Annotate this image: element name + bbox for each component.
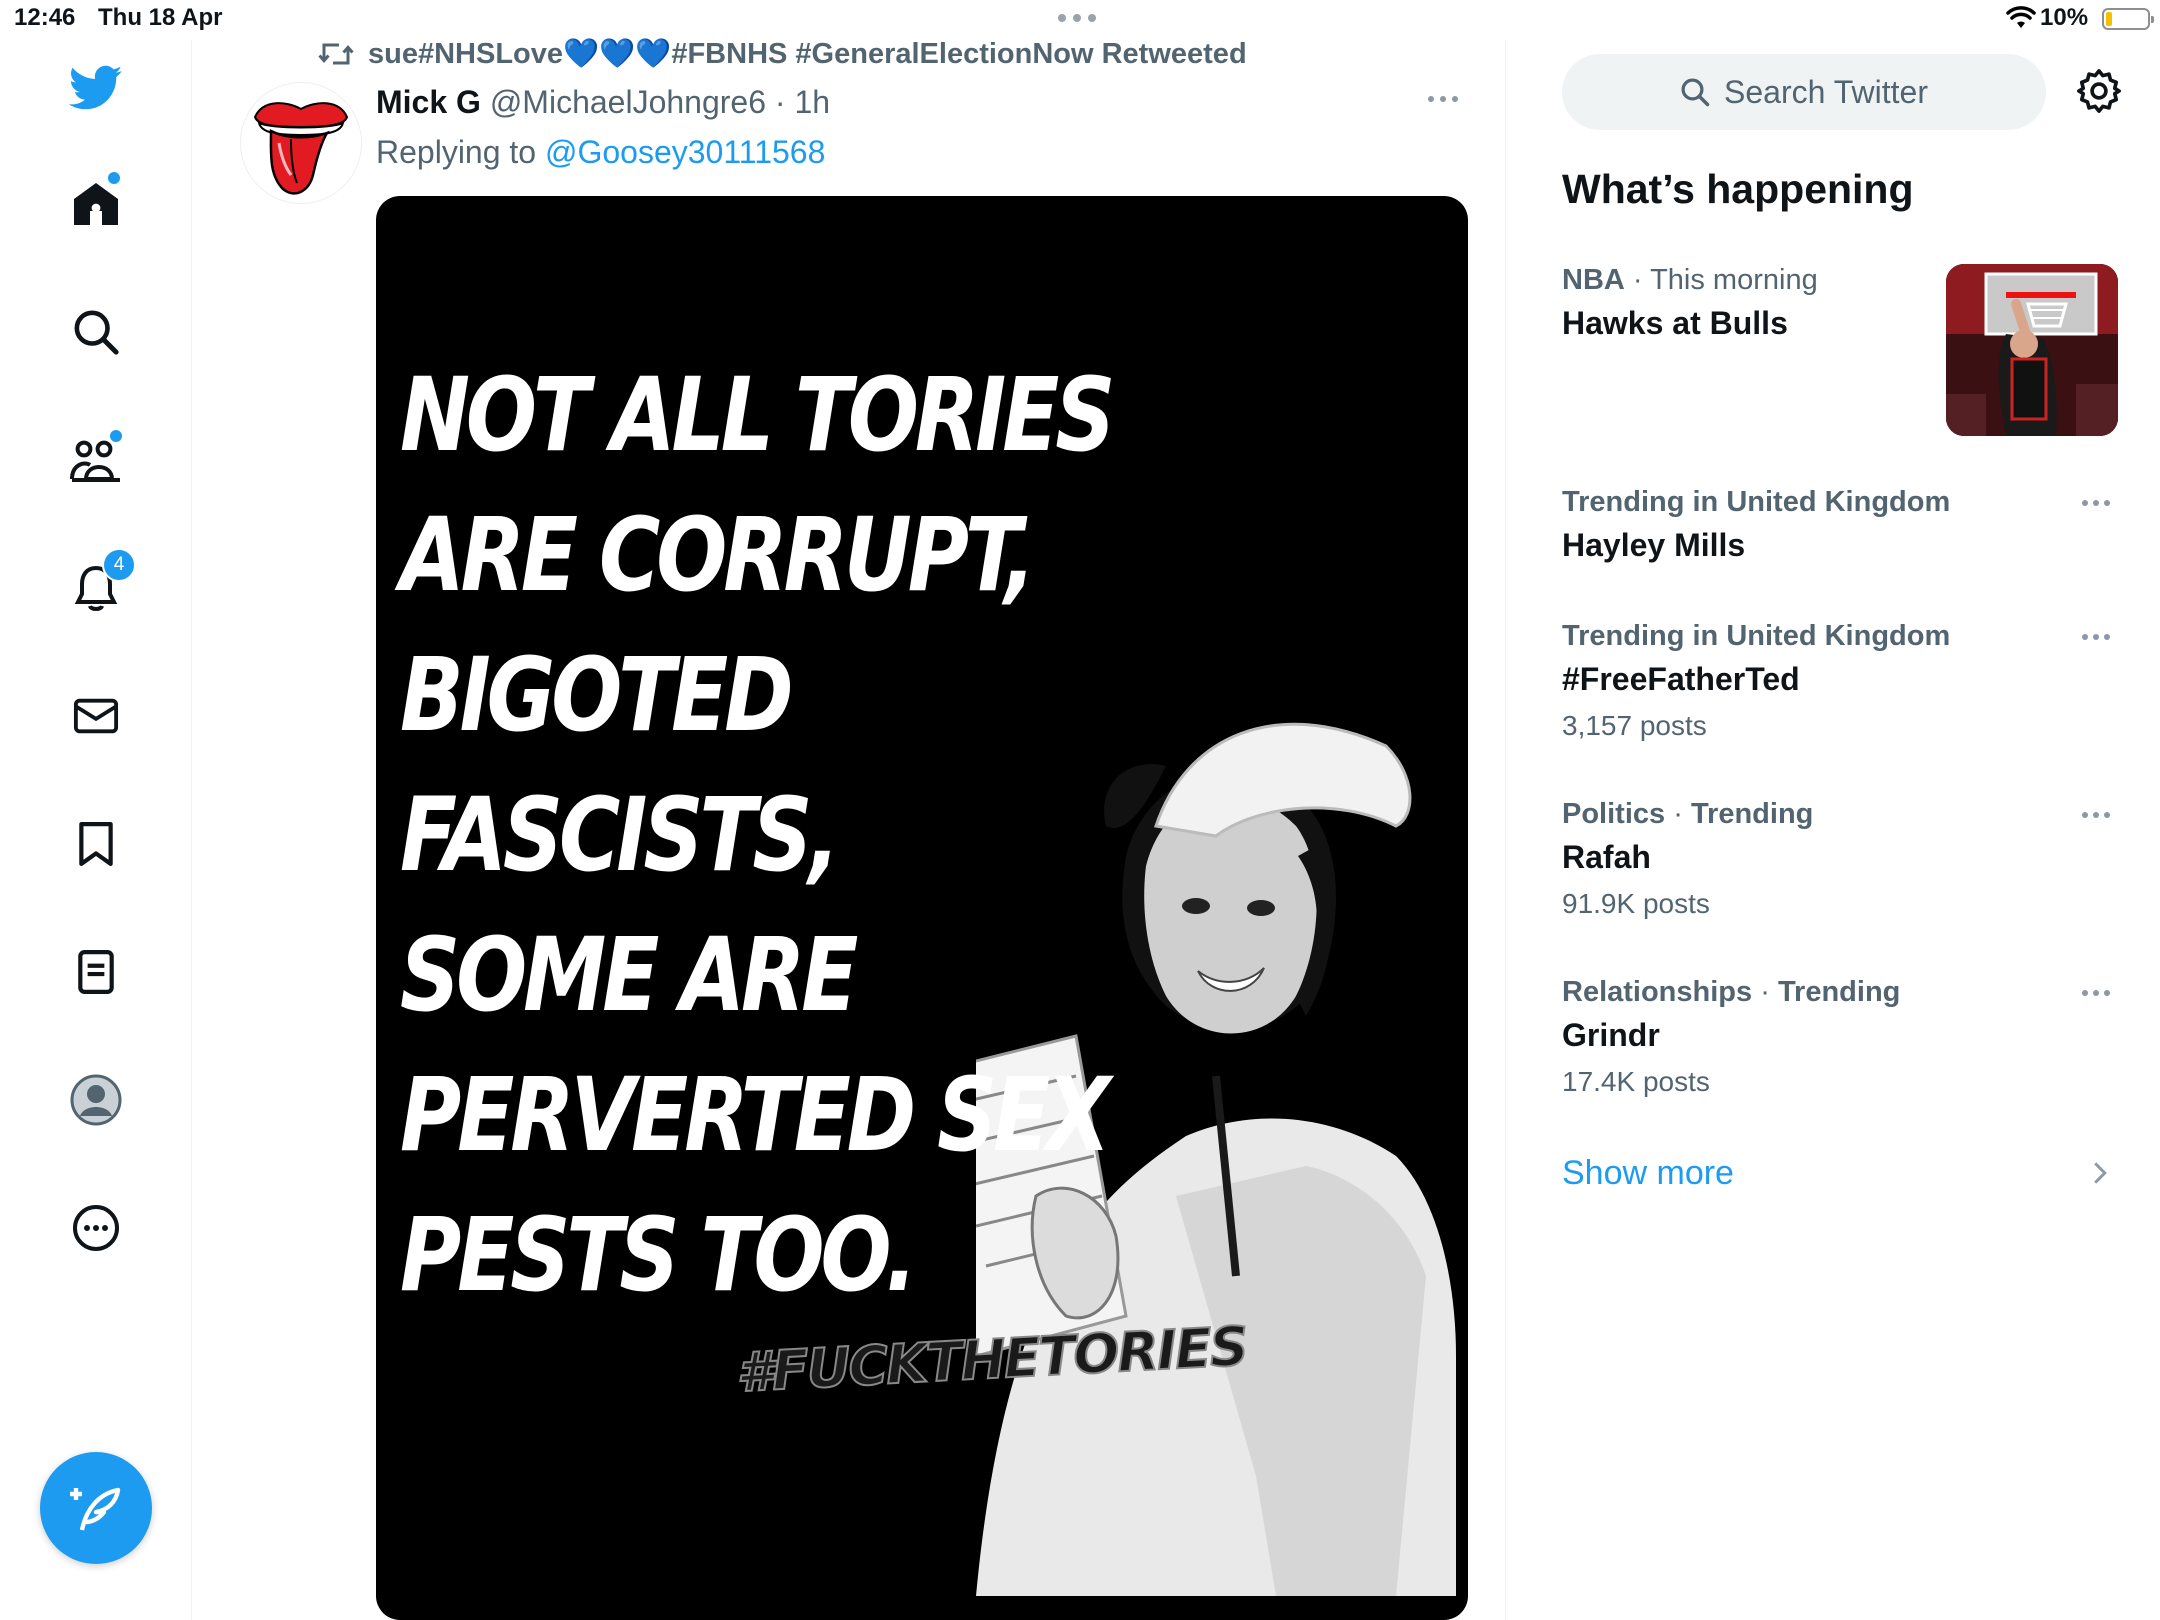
bookmark-icon [79, 822, 113, 866]
trend-name: Hayley Mills [1562, 527, 1746, 563]
trend-post-count: 3,157 posts [1562, 710, 1707, 741]
status-date: Thu 18 Apr [98, 4, 223, 31]
retweeted-by-text[interactable]: sue#NHSLove💙💙💙#FBNHS #GeneralElectionNow… [368, 37, 1247, 71]
trend-item[interactable]: Trending in United Kingdom #FreeFatherTe… [1562, 620, 2122, 742]
wifi-icon [2006, 6, 2036, 35]
trend-name: Rafah [1562, 839, 1651, 875]
trend-category: Politics [1562, 798, 1666, 830]
more-circle-icon [73, 1205, 119, 1251]
trend-category: Relationships [1562, 976, 1753, 1008]
tweet-timestamp[interactable]: 1h [794, 84, 830, 120]
replying-to-line: Replying to @Goosey30111568 [376, 134, 825, 171]
meme-caption: NOT ALL TORIES ARE CORRUPT, BIGOTED FASC… [400, 346, 1115, 1326]
battery-icon [2102, 8, 2154, 30]
trend-name: Hawks at Bulls [1562, 305, 1788, 341]
trend-category: NBA [1562, 264, 1625, 296]
show-more-link[interactable]: Show more [1562, 1154, 1734, 1193]
meme-line: PERVERTED SEX [400, 1056, 1111, 1175]
trend-more-options-icon[interactable] [2082, 500, 2110, 506]
trend-more-options-icon[interactable] [2082, 990, 2110, 996]
trend-context: Trending [1777, 976, 1901, 1008]
profile-avatar-icon [70, 1074, 122, 1126]
retweet-context: sue#NHSLove💙💙💙#FBNHS #GeneralElectionNow… [318, 34, 1247, 74]
retweet-icon [318, 43, 354, 65]
trend-post-count: 91.9K posts [1562, 888, 1710, 919]
home-icon [74, 183, 118, 225]
meme-line: ARE CORRUPT, [400, 496, 1036, 615]
author-handle[interactable]: @MichaelJohngre6 [490, 84, 766, 120]
trend-name: #FreeFatherTed [1562, 661, 1800, 697]
search-icon [74, 310, 119, 355]
nav-explore[interactable] [66, 302, 126, 362]
search-twitter-input[interactable]: Search Twitter [1562, 54, 2046, 130]
trend-category: Trending in United Kingdom [1562, 486, 1951, 518]
nav-profile[interactable] [66, 1070, 126, 1130]
nav-messages[interactable] [66, 686, 126, 746]
twitter-logo-icon[interactable] [66, 58, 126, 118]
meta-separator: · [774, 84, 786, 120]
nav-lists[interactable] [66, 942, 126, 1002]
settings-gear-icon[interactable] [2076, 68, 2122, 119]
author-name[interactable]: Mick G [376, 84, 481, 120]
trend-context: Trending [1690, 798, 1814, 830]
mail-icon [73, 698, 119, 734]
trend-item[interactable]: Relationships · Trending Grindr 17.4K po… [1562, 976, 2122, 1098]
trend-post-count: 17.4K posts [1562, 1066, 1710, 1097]
meme-line: NOT ALL TORIES [400, 356, 1115, 475]
trend-more-options-icon[interactable] [2082, 634, 2110, 640]
trend-item[interactable]: Politics · Trending Rafah 91.9K posts [1562, 798, 2122, 920]
replying-to-handle[interactable]: @Goosey30111568 [545, 134, 825, 170]
compose-tweet-button[interactable] [40, 1452, 152, 1564]
tweet-author-line: Mick G @MichaelJohngre6 · 1h [376, 84, 830, 121]
trend-category: Trending in United Kingdom [1562, 620, 1951, 652]
tweet-more-options-icon[interactable] [1428, 96, 1458, 102]
meme-line: BIGOTED [400, 636, 794, 755]
whats-happening-heading: What’s happening [1562, 166, 1914, 212]
nav-bookmarks[interactable] [66, 814, 126, 874]
battery-percentage: 10% [2040, 4, 2089, 31]
chevron-right-icon [2092, 1160, 2108, 1191]
trend-more-options-icon[interactable] [2082, 812, 2110, 818]
search-placeholder: Search Twitter [1724, 73, 1928, 110]
author-avatar[interactable] [240, 82, 362, 204]
notifications-badge: 4 [102, 548, 136, 582]
trend-name: Grindr [1562, 1017, 1660, 1053]
meme-line: PESTS TOO. [400, 1196, 917, 1315]
search-icon [1681, 78, 1710, 107]
tweet-media-image[interactable]: NOT ALL TORIES ARE CORRUPT, BIGOTED FASC… [376, 196, 1468, 1620]
trend-thumbnail-image[interactable] [1946, 264, 2118, 436]
meme-line: FASCISTS, [400, 776, 840, 895]
nav-home[interactable] [66, 170, 126, 234]
trend-item[interactable]: NBA · This morning Hawks at Bulls [1562, 264, 1932, 342]
compose-feather-icon [70, 1487, 121, 1531]
meme-line: SOME ARE [400, 916, 858, 1035]
rolling-stones-tongue-logo [241, 83, 361, 203]
list-icon [78, 950, 114, 994]
trend-context: This morning [1650, 264, 1818, 296]
replying-to-label: Replying to [376, 134, 537, 170]
nav-notifications[interactable]: 4 [66, 548, 136, 618]
left-navigation: 4 [0, 40, 192, 1620]
nav-communities[interactable] [66, 428, 126, 490]
nav-more[interactable] [66, 1198, 126, 1258]
multitasking-dots-icon[interactable] [1058, 14, 1106, 22]
status-time: 12:46 [14, 4, 76, 31]
trend-item[interactable]: Trending in United Kingdom Hayley Mills [1562, 486, 2122, 564]
